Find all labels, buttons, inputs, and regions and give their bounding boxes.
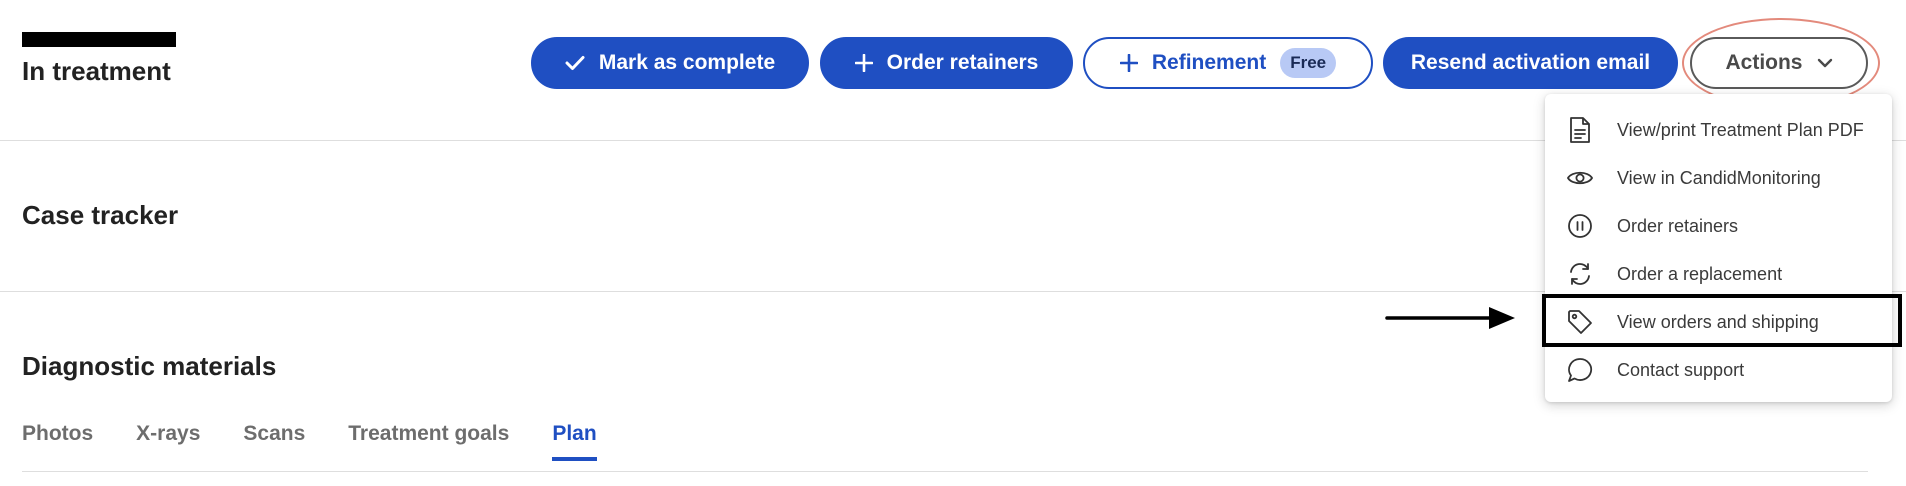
menu-item-view-print-pdf[interactable]: View/print Treatment Plan PDF <box>1545 106 1892 154</box>
refinement-button[interactable]: Refinement Free <box>1083 37 1373 89</box>
menu-item-view-orders-and-shipping[interactable]: View orders and shipping <box>1545 298 1892 346</box>
case-tracker-title: Case tracker <box>22 200 179 230</box>
mark-as-complete-button[interactable]: Mark as complete <box>531 37 809 89</box>
refinement-label: Refinement <box>1151 51 1267 74</box>
tag-icon <box>1565 307 1595 337</box>
tab-photos[interactable]: Photos <box>22 422 93 458</box>
check-icon <box>565 55 585 71</box>
menu-item-label: View in CandidMonitoring <box>1617 167 1821 188</box>
menu-item-label: View/print Treatment Plan PDF <box>1617 119 1864 140</box>
menu-item-label: Order retainers <box>1617 215 1739 236</box>
menu-item-label: Order a replacement <box>1617 263 1783 284</box>
tabs-baseline <box>22 471 1868 472</box>
eye-icon <box>1565 163 1595 193</box>
tab-plan[interactable]: Plan <box>552 422 598 461</box>
tab-scans[interactable]: Scans <box>243 422 305 458</box>
refresh-icon <box>1565 259 1595 289</box>
mark-as-complete-label: Mark as complete <box>598 51 776 74</box>
tab-treatment-goals[interactable]: Treatment goals <box>348 422 509 458</box>
resend-activation-email-button[interactable]: Resend activation email <box>1383 37 1678 89</box>
menu-item-contact-support[interactable]: Contact support <box>1545 346 1892 394</box>
order-retainers-button[interactable]: Order retainers <box>820 37 1073 89</box>
diagnostic-materials-title: Diagnostic materials <box>22 351 277 381</box>
resend-activation-email-label: Resend activation email <box>1410 51 1651 74</box>
pause-circle-icon <box>1565 211 1595 241</box>
plus-icon <box>1119 54 1138 72</box>
actions-menu: View/print Treatment Plan PDF View in Ca… <box>1545 94 1892 402</box>
plus-icon <box>854 54 873 72</box>
redacted-patient-name <box>22 32 176 47</box>
tab-x-rays[interactable]: X-rays <box>136 422 200 458</box>
free-badge: Free <box>1280 48 1337 78</box>
chat-bubble-icon <box>1565 355 1595 385</box>
menu-item-label: Contact support <box>1617 359 1745 380</box>
arrow-annotation-icon <box>1385 307 1515 329</box>
document-icon <box>1565 115 1595 145</box>
diagnostic-tabs: Photos X-rays Scans Treatment goals Plan <box>22 422 598 461</box>
menu-item-order-retainers[interactable]: Order retainers <box>1545 202 1892 250</box>
treatment-status-title: In treatment <box>22 56 171 86</box>
chevron-down-icon <box>1817 58 1833 68</box>
menu-item-order-a-replacement[interactable]: Order a replacement <box>1545 250 1892 298</box>
menu-item-label: View orders and shipping <box>1617 311 1819 332</box>
order-retainers-label: Order retainers <box>886 51 1039 74</box>
menu-item-view-in-candidmonitoring[interactable]: View in CandidMonitoring <box>1545 154 1892 202</box>
actions-label: Actions <box>1725 51 1803 74</box>
actions-dropdown-button[interactable]: Actions <box>1690 37 1868 89</box>
